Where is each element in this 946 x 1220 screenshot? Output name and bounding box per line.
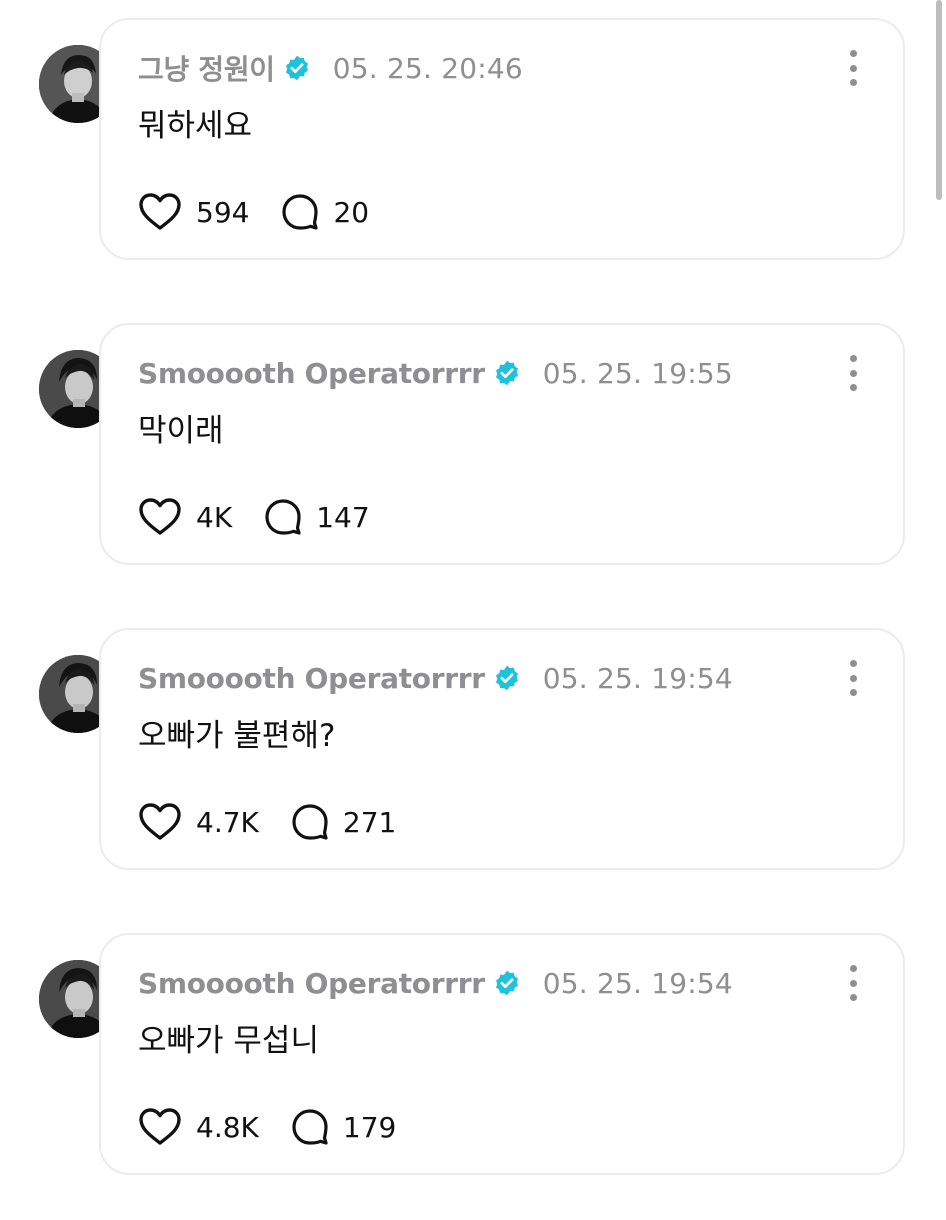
speech-bubble-icon (265, 499, 301, 535)
message-text: 오빠가 무섭니 (138, 1023, 319, 1059)
speech-bubble-icon (282, 194, 319, 230)
like-count: 4.8K (196, 1110, 259, 1144)
author-name[interactable]: Smooooth Operatorrrr (138, 967, 485, 1000)
heart-icon (139, 193, 181, 230)
post: Smooooth Operatorrrr 05. 25. 19:54 오빠가 불… (0, 610, 930, 915)
like-button[interactable]: 594 (138, 192, 249, 232)
more-vertical-icon[interactable] (841, 965, 865, 1001)
heart-icon (139, 803, 181, 840)
comment-count: 20 (333, 195, 370, 229)
heart-icon (139, 1108, 181, 1145)
verified-badge-icon (283, 54, 311, 82)
comment-button[interactable]: 20 (281, 193, 369, 231)
more-vertical-icon[interactable] (841, 660, 865, 696)
post-actions: 4K 147 (138, 495, 370, 539)
like-button[interactable]: 4.7K (138, 802, 259, 842)
post-header: Smooooth Operatorrrr 05. 25. 19:54 (138, 963, 733, 1003)
timestamp: 05. 25. 20:46 (332, 51, 523, 85)
like-count: 4K (196, 500, 233, 534)
post-actions: 4.7K 271 (138, 800, 396, 844)
more-vertical-icon[interactable] (841, 355, 865, 391)
timestamp: 05. 25. 19:54 (542, 966, 733, 1000)
speech-bubble-icon (292, 1109, 328, 1145)
author-name[interactable]: 그냥 정원이 (138, 48, 275, 88)
message-text: 오빠가 불편해? (138, 718, 336, 754)
message-bubble[interactable]: 그냥 정원이 05. 25. 20:46 뭐하세요 594 20 (99, 18, 905, 260)
like-count: 594 (196, 195, 250, 229)
post-header: Smooooth Operatorrrr 05. 25. 19:54 (138, 658, 733, 698)
post-actions: 594 20 (138, 190, 369, 234)
comment-button[interactable]: 271 (291, 803, 396, 841)
comment-count: 271 (342, 805, 397, 839)
post: Smooooth Operatorrrr 05. 25. 19:54 오빠가 무… (0, 915, 930, 1220)
message-text: 뭐하세요 (138, 108, 253, 144)
timestamp: 05. 25. 19:55 (542, 356, 733, 390)
message-bubble[interactable]: Smooooth Operatorrrr 05. 25. 19:55 막이래 4… (99, 323, 905, 565)
post: Smooooth Operatorrrr 05. 25. 19:55 막이래 4… (0, 305, 930, 610)
comment-button[interactable]: 147 (264, 498, 370, 536)
comment-count: 147 (316, 500, 370, 534)
post-actions: 4.8K 179 (138, 1105, 396, 1149)
author-name[interactable]: Smooooth Operatorrrr (138, 357, 485, 390)
verified-badge-icon (493, 359, 521, 387)
verified-badge-icon (493, 969, 521, 997)
message-bubble[interactable]: Smooooth Operatorrrr 05. 25. 19:54 오빠가 불… (99, 628, 905, 870)
post-header: 그냥 정원이 05. 25. 20:46 (138, 48, 523, 88)
verified-badge-icon (493, 664, 521, 692)
more-vertical-icon[interactable] (841, 50, 865, 86)
like-count: 4.7K (196, 805, 259, 839)
timestamp: 05. 25. 19:54 (542, 661, 733, 695)
comment-button[interactable]: 179 (291, 1108, 396, 1146)
speech-bubble-icon (292, 804, 328, 840)
like-button[interactable]: 4.8K (138, 1107, 259, 1147)
message-feed: 그냥 정원이 05. 25. 20:46 뭐하세요 594 20 Smoooot… (0, 0, 946, 1200)
comment-count: 179 (342, 1110, 397, 1144)
scrollbar[interactable] (936, 0, 942, 200)
post-header: Smooooth Operatorrrr 05. 25. 19:55 (138, 353, 733, 393)
post: 그냥 정원이 05. 25. 20:46 뭐하세요 594 20 (0, 0, 930, 305)
message-bubble[interactable]: Smooooth Operatorrrr 05. 25. 19:54 오빠가 무… (99, 933, 905, 1175)
heart-icon (139, 498, 181, 535)
like-button[interactable]: 4K (138, 497, 232, 537)
author-name[interactable]: Smooooth Operatorrrr (138, 662, 485, 695)
message-text: 막이래 (138, 413, 224, 449)
